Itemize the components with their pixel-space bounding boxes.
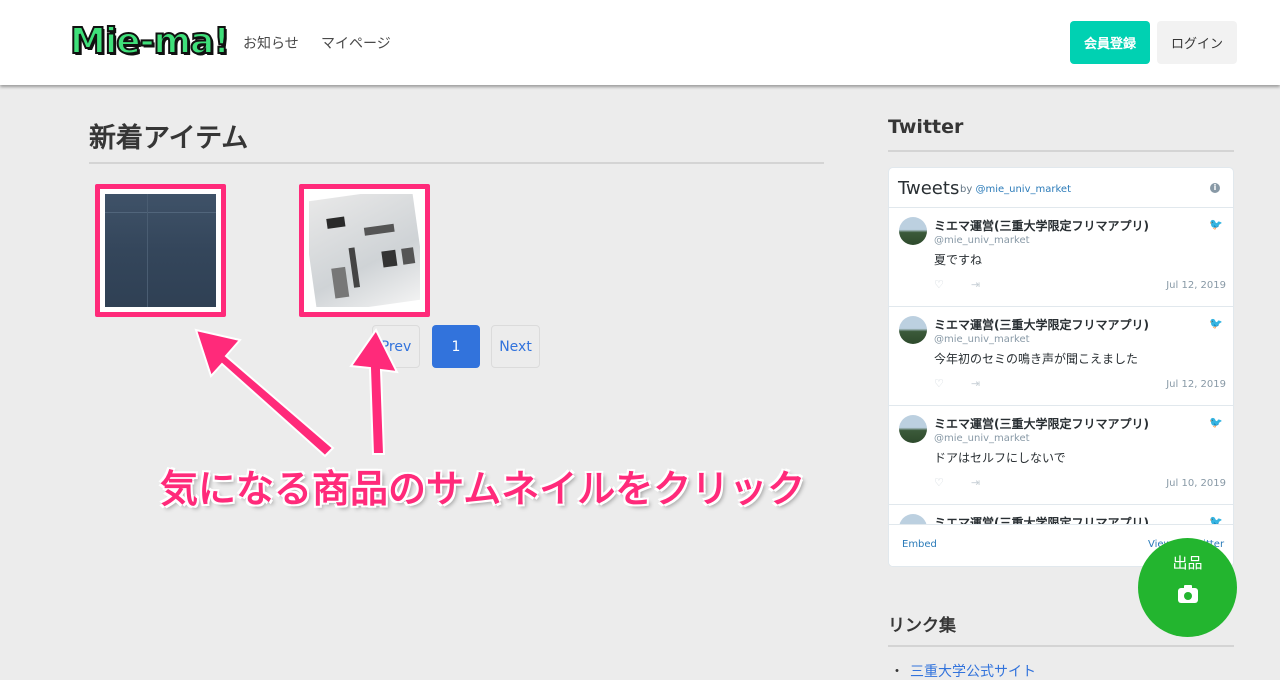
tweet-handle[interactable]: @mie_univ_market [934, 235, 1030, 246]
tweet-text: ドアはセルフにしないで [934, 451, 1066, 465]
pagination-next[interactable]: Next [491, 325, 540, 368]
label-mark [363, 223, 395, 236]
tweet-date[interactable]: Jul 10, 2019 [1166, 478, 1226, 489]
tweet-handle[interactable]: @mie_univ_market [934, 334, 1030, 345]
nav-link-news[interactable]: お知らせ [243, 33, 299, 53]
tweet[interactable]: ミエマ運営(三重大学限定フリマアプリ) @mie_univ_market 夏です… [889, 208, 1233, 307]
links-divider [888, 645, 1234, 647]
avatar[interactable] [899, 217, 927, 245]
twitter-bird-icon: 🐦 [1209, 416, 1223, 429]
like-icon[interactable]: ♡ [934, 278, 944, 291]
info-icon[interactable]: i [1210, 183, 1220, 193]
tweet[interactable]: ミエマ運営(三重大学限定フリマアプリ) @mie_univ_market 今年初… [889, 307, 1233, 406]
sell-button[interactable]: 出品 [1138, 538, 1237, 637]
label-mark [381, 249, 398, 268]
sell-button-label: 出品 [1172, 554, 1203, 572]
timeline-account-link[interactable]: @mie_univ_market [975, 184, 1071, 195]
twitter-timeline[interactable]: Tweets by @mie_univ_market i ミエマ運営(三重大学限… [888, 167, 1234, 567]
tweet-date[interactable]: Jul 12, 2019 [1166, 379, 1226, 390]
timeline-header: Tweets by @mie_univ_market i [889, 168, 1233, 208]
item-photo [309, 194, 420, 307]
tweet[interactable]: ミエマ運営(三重大学限定フリマアプリ) @mie_univ_market ドアは… [889, 406, 1233, 505]
tweet-author[interactable]: ミエマ運営(三重大学限定フリマアプリ) [934, 316, 1149, 333]
timeline-title: Tweets [898, 178, 960, 199]
item-image-bag [105, 194, 216, 307]
like-icon[interactable]: ♡ [934, 377, 944, 390]
title-divider [89, 162, 824, 164]
twitter-bird-icon: 🐦 [1209, 317, 1223, 330]
pagination-page-1[interactable]: 1 [432, 325, 480, 368]
link-mie-university[interactable]: ・三重大学公式サイト [890, 661, 1036, 680]
item-thumbnail-1[interactable] [95, 184, 226, 317]
bullet: ・ [890, 664, 904, 680]
item-image-label [309, 194, 420, 307]
twitter-bird-icon: 🐦 [1209, 218, 1223, 231]
camera-icon [1178, 585, 1198, 603]
links-section-title: リンク集 [888, 616, 956, 636]
avatar[interactable] [899, 415, 927, 443]
annotation-text: 気になる商品のサムネイルをクリック [160, 467, 806, 511]
annotation-arrow-left [194, 328, 335, 458]
label-mark [331, 266, 350, 299]
tweet-date[interactable]: Jul 12, 2019 [1166, 280, 1226, 291]
label-mark [348, 247, 361, 288]
twitter-divider [888, 150, 1234, 152]
pagination-prev[interactable]: Prev [372, 325, 420, 368]
navbar: Mie-ma! お知らせ マイページ 会員登録 ログイン [0, 0, 1280, 85]
byline-prefix: by [960, 184, 973, 195]
share-icon[interactable]: ⇥ [971, 377, 980, 390]
site-logo[interactable]: Mie-ma! [69, 18, 231, 66]
label-mark [401, 247, 416, 265]
label-mark [326, 216, 346, 229]
link-label[interactable]: 三重大学公式サイト [910, 664, 1036, 680]
item-thumbnail-2[interactable] [299, 184, 430, 317]
share-icon[interactable]: ⇥ [971, 278, 980, 291]
tweet-handle[interactable]: @mie_univ_market [934, 433, 1030, 444]
login-button[interactable]: ログイン [1157, 21, 1237, 64]
twitter-section-title: Twitter [888, 116, 964, 138]
nav-link-mypage[interactable]: マイページ [321, 33, 391, 53]
embed-link[interactable]: Embed [902, 539, 937, 550]
tweet-text: 今年初のセミの鳴き声が聞こえました [934, 352, 1139, 366]
like-icon[interactable]: ♡ [934, 476, 944, 489]
timeline-byline: by @mie_univ_market [960, 184, 1071, 195]
share-icon[interactable]: ⇥ [971, 476, 980, 489]
avatar[interactable] [899, 316, 927, 344]
tweet-author[interactable]: ミエマ運営(三重大学限定フリマアプリ) [934, 217, 1149, 234]
register-button[interactable]: 会員登録 [1070, 21, 1150, 64]
page-title: 新着アイテム [89, 123, 249, 154]
tweet-author[interactable]: ミエマ運営(三重大学限定フリマアプリ) [934, 415, 1149, 432]
tweet-text: 夏ですね [934, 253, 983, 267]
